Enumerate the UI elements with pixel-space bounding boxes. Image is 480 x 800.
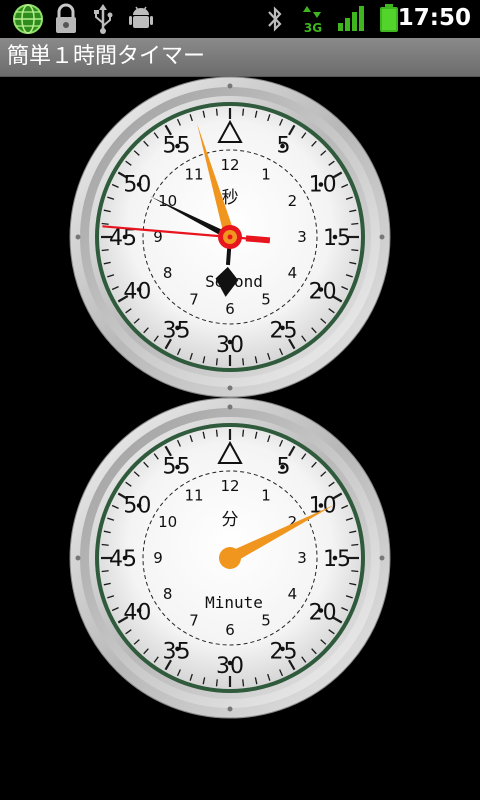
inner-number: 7 <box>189 290 199 308</box>
globe-icon <box>13 4 43 34</box>
inner-number: 10 <box>158 513 177 531</box>
tick-mark <box>215 358 218 366</box>
tick-mark <box>351 249 359 252</box>
tick-mark <box>242 429 245 437</box>
tick-mark <box>351 222 359 225</box>
inner-number: 8 <box>163 264 173 282</box>
outer-number: 25 <box>270 640 298 665</box>
tick-mark <box>242 679 245 687</box>
inner-number: 10 <box>158 192 177 210</box>
inner-number: 2 <box>288 192 298 210</box>
tick-mark <box>215 429 218 437</box>
tick-mark <box>101 222 109 225</box>
inner-number: 3 <box>297 549 307 567</box>
inner-number: 8 <box>163 585 173 603</box>
red-second-hand-tail <box>245 235 271 244</box>
app-title-bar: 簡単１時間タイマー <box>0 38 480 77</box>
outer-number: 55 <box>163 454 191 479</box>
inner-number: 9 <box>153 549 163 567</box>
battery-icon <box>380 4 398 32</box>
lock-icon <box>56 3 76 33</box>
outer-number: 35 <box>163 319 191 344</box>
status-bar: 3G 17:50 <box>0 0 480 38</box>
outer-number: 55 <box>163 133 191 158</box>
outer-number: 5 <box>277 454 291 479</box>
hand-hub <box>219 547 241 569</box>
outer-number: 50 <box>123 494 151 519</box>
inner-number: 12 <box>220 156 239 174</box>
inner-number: 12 <box>220 477 239 495</box>
signal-3g-icon: 3G <box>303 6 322 35</box>
inner-number: 5 <box>261 290 271 308</box>
inner-number: 3 <box>297 228 307 246</box>
outer-number: 30 <box>216 333 244 358</box>
tick-mark <box>351 543 359 546</box>
app-title: 簡単１時間タイマー <box>7 44 206 69</box>
tick-mark <box>242 358 245 366</box>
status-clock: 17:50 <box>397 5 471 31</box>
inner-number: 5 <box>261 611 271 629</box>
outer-number: 5 <box>277 133 291 158</box>
outer-number: 40 <box>123 601 151 626</box>
minutes-dial[interactable]: 510152025303540455055 121234567891011 分 … <box>69 397 391 719</box>
signal-strength-icon <box>338 6 364 31</box>
outer-number: 15 <box>323 547 351 572</box>
tick-mark <box>215 679 218 687</box>
inner-number: 1 <box>261 166 271 184</box>
tick-mark <box>242 108 245 116</box>
outer-number: 30 <box>216 654 244 679</box>
seconds-dial[interactable]: 510152025303540455055 121234567891011 秒 … <box>69 76 391 398</box>
usb-icon <box>94 4 113 34</box>
inner-number: 4 <box>288 585 298 603</box>
inner-number: 11 <box>184 166 203 184</box>
outer-number: 40 <box>123 280 151 305</box>
dial-canvas: 510152025303540455055 121234567891011 秒 … <box>69 76 391 719</box>
outer-number: 35 <box>163 640 191 665</box>
outer-number: 45 <box>109 547 137 572</box>
inner-number: 6 <box>225 300 235 318</box>
tick-mark <box>215 108 218 116</box>
outer-number: 20 <box>309 601 337 626</box>
bluetooth-icon <box>268 6 282 32</box>
outer-number: 15 <box>323 226 351 251</box>
network-type-label: 3G <box>304 21 322 35</box>
inner-number: 1 <box>261 487 271 505</box>
outer-number: 50 <box>123 173 151 198</box>
dial-kanji-label: 分 <box>222 510 239 530</box>
outer-number: 10 <box>309 173 337 198</box>
inner-number: 7 <box>189 611 199 629</box>
tick-mark <box>101 543 109 546</box>
outer-number: 20 <box>309 280 337 305</box>
dial-unit-label: Minute <box>205 593 263 612</box>
inner-number: 4 <box>288 264 298 282</box>
outer-number: 25 <box>270 319 298 344</box>
android-debug-icon <box>129 6 153 28</box>
inner-number: 6 <box>225 621 235 639</box>
tick-mark <box>101 570 109 573</box>
dial-area: 5 10 15 20 25 30 35 40 45 50 55 12 1 2 3 4 5 6 7 8 9 10 11 秒 … <box>0 76 480 800</box>
inner-number: 11 <box>184 487 203 505</box>
tick-mark <box>101 249 109 252</box>
hand-hub-center <box>227 234 233 240</box>
tick-mark <box>351 570 359 573</box>
